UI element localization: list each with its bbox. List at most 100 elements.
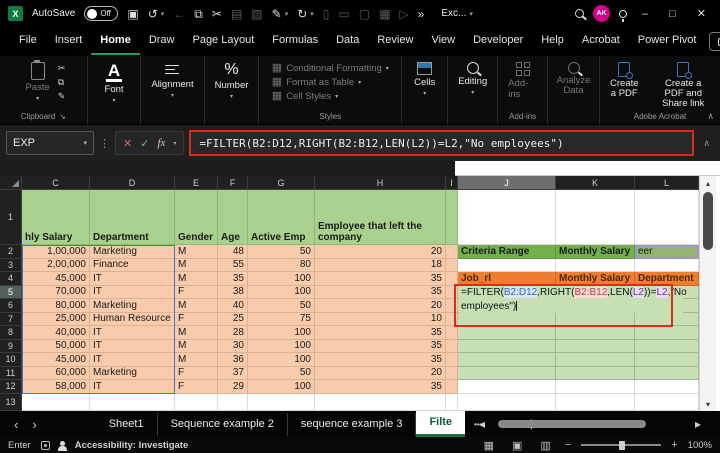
cell-D3[interactable]: Finance	[90, 259, 175, 273]
cell-I11[interactable]	[446, 367, 458, 381]
cell-J3[interactable]	[458, 259, 556, 273]
row-header-11[interactable]: 11	[0, 367, 22, 381]
font-button[interactable]: A Font▾	[99, 60, 130, 106]
column-header-K[interactable]: K	[556, 176, 635, 190]
cell-D4[interactable]: IT	[90, 272, 175, 286]
row-header-5[interactable]: 5	[0, 286, 22, 300]
cell-L4[interactable]: Department	[635, 272, 699, 286]
pen-chevron-icon[interactable]: ▾	[285, 10, 289, 18]
copy-icon[interactable]: ⧉	[194, 8, 203, 20]
cell-G2[interactable]: 50	[248, 245, 315, 259]
sheet-tab-active[interactable]: Filte	[416, 411, 465, 437]
ribbon-tab-file[interactable]: File	[10, 29, 46, 55]
cell-I10[interactable]	[446, 353, 458, 367]
title-chevron-icon[interactable]: ▾	[469, 10, 473, 18]
cell-K1[interactable]	[556, 190, 635, 245]
confirm-entry-icon[interactable]: ✓	[140, 137, 149, 150]
cell-C1[interactable]: hly Salary	[22, 190, 90, 245]
cell-F12[interactable]: 29	[218, 380, 248, 394]
cell-H6[interactable]: 20	[315, 299, 446, 313]
number-button[interactable]: % Number▾	[209, 60, 255, 102]
cell-I7[interactable]	[446, 313, 458, 327]
cell-K13[interactable]	[556, 394, 635, 411]
copy-small-icon[interactable]: ⧉	[58, 77, 66, 88]
cancel-entry-icon[interactable]: ✕	[123, 137, 132, 150]
name-box-chevron-icon[interactable]: ▾	[83, 139, 87, 147]
cell-I4[interactable]	[446, 272, 458, 286]
cell-K2[interactable]: Monthly Salary	[556, 245, 635, 259]
cell-E3[interactable]: M	[175, 259, 218, 273]
row-header-8[interactable]: 8	[0, 326, 22, 340]
normal-view-icon[interactable]: ▦	[480, 439, 498, 452]
cell-D11[interactable]: Marketing	[90, 367, 175, 381]
zoom-slider[interactable]	[581, 444, 661, 446]
clipboard-dialog-launcher[interactable]: ↘	[59, 112, 66, 121]
alignment-button[interactable]: Alignment▾	[145, 60, 199, 101]
macro-record-icon[interactable]	[41, 441, 50, 450]
cell-J4[interactable]: Job_rl	[458, 272, 556, 286]
zoom-in-icon[interactable]: +	[671, 439, 677, 451]
cell-G10[interactable]: 100	[248, 353, 315, 367]
save-icon[interactable]: ▣	[127, 8, 138, 20]
cell-L7[interactable]	[635, 313, 699, 327]
overflow-icon[interactable]: »	[418, 8, 425, 20]
ribbon-tab-developer[interactable]: Developer	[464, 29, 532, 55]
cell-K11[interactable]	[556, 367, 635, 381]
cell-L13[interactable]	[635, 394, 699, 411]
hscroll-left-icon[interactable]: ◂	[470, 417, 494, 431]
row-header-3[interactable]: 3	[0, 259, 22, 273]
cell-D2[interactable]: Marketing	[90, 245, 175, 259]
cell-J11[interactable]	[458, 367, 556, 381]
cell-H8[interactable]: 35	[315, 326, 446, 340]
cell-F3[interactable]: 55	[218, 259, 248, 273]
cell-K7[interactable]	[556, 313, 635, 327]
cell-J8[interactable]	[458, 326, 556, 340]
page-break-view-icon[interactable]: ▥	[536, 439, 554, 452]
cell-E1[interactable]: Gender	[175, 190, 218, 245]
ribbon-tab-data[interactable]: Data	[327, 29, 368, 55]
select-all-corner[interactable]	[0, 176, 22, 190]
cell-G12[interactable]: 100	[248, 380, 315, 394]
cell-D1[interactable]: Department	[90, 190, 175, 245]
cell-F10[interactable]: 36	[218, 353, 248, 367]
cell-G11[interactable]: 50	[248, 367, 315, 381]
cell-J13[interactable]	[458, 394, 556, 411]
cell-C12[interactable]: 58,000	[22, 380, 90, 394]
cell-G7[interactable]: 75	[248, 313, 315, 327]
cell-K4[interactable]: Monthly Salary	[556, 272, 635, 286]
cell-J7[interactable]	[458, 313, 556, 327]
create-pdf-share-button[interactable]: Create a PDF and Share link	[651, 60, 716, 111]
page-layout-view-icon[interactable]: ▣	[508, 439, 526, 452]
cell-J10[interactable]	[458, 353, 556, 367]
column-header-L[interactable]: L	[635, 176, 699, 190]
column-header-C[interactable]: C	[22, 176, 90, 190]
cell-C11[interactable]: 60,000	[22, 367, 90, 381]
cell-E12[interactable]: F	[175, 380, 218, 394]
cell-F7[interactable]: 25	[218, 313, 248, 327]
cut-small-icon[interactable]: ✂	[58, 63, 66, 74]
pen-icon[interactable]: ✎	[272, 8, 282, 20]
cell-E13[interactable]	[175, 394, 218, 411]
cell-C8[interactable]: 40,000	[22, 326, 90, 340]
cell-H2[interactable]: 20	[315, 245, 446, 259]
row-header-10[interactable]: 10	[0, 353, 22, 367]
vscroll-up-icon[interactable]: ▴	[700, 176, 716, 190]
cell-C7[interactable]: 25,000	[22, 313, 90, 327]
cell-D7[interactable]: Human Resource	[90, 313, 175, 327]
redo-icon[interactable]: ↻	[297, 8, 307, 20]
cell-L10[interactable]	[635, 353, 699, 367]
cell-D5[interactable]: IT	[90, 286, 175, 300]
cell-C6[interactable]: 80,000	[22, 299, 90, 313]
cell-E2[interactable]: M	[175, 245, 218, 259]
cell-H5[interactable]: 35	[315, 286, 446, 300]
column-header-F[interactable]: F	[218, 176, 248, 190]
cell-K10[interactable]	[556, 353, 635, 367]
undo-icon[interactable]: ↺	[148, 8, 158, 20]
cell-L3[interactable]	[635, 259, 699, 273]
cell-C4[interactable]: 45,000	[22, 272, 90, 286]
sheet-nav-right-icon[interactable]: ›	[32, 417, 50, 432]
horizontal-scrollbar-thumb[interactable]	[498, 420, 646, 428]
cell-F6[interactable]: 40	[218, 299, 248, 313]
cell-H1[interactable]: Employee that left the company	[315, 190, 446, 245]
cell-E5[interactable]: F	[175, 286, 218, 300]
